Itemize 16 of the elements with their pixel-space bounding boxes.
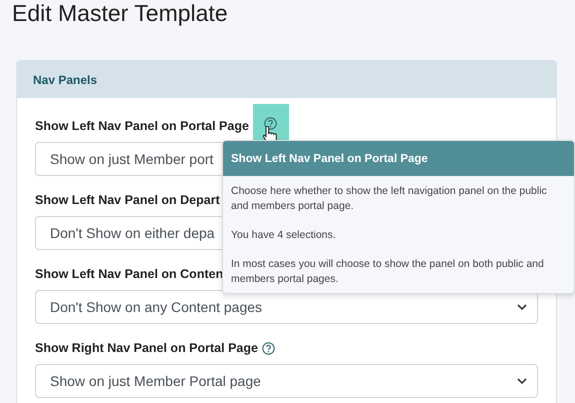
field-label: Show Right Nav Panel on Portal Page xyxy=(35,341,258,355)
field-label: Show Left Nav Panel on Conten xyxy=(35,267,224,281)
chevron-down-icon xyxy=(517,304,527,310)
field-label: Show Left Nav Panel on Depart xyxy=(35,193,220,207)
page-title: Edit Master Template xyxy=(12,0,229,28)
field-label: Show Left Nav Panel on Portal Page xyxy=(35,119,249,133)
tooltip-text: Choose here whether to show the left navigation panel on the public and members portal page. xyxy=(231,184,548,214)
tooltip-text: You have 4 selections. xyxy=(231,228,337,243)
tooltip-title: Show Left Nav Panel on Portal Page xyxy=(231,152,428,164)
help-icon[interactable] xyxy=(264,116,278,130)
tooltip-text: In most cases you will choose to show the panel on both public and members portal pages. xyxy=(231,257,545,287)
chevron-down-icon xyxy=(517,378,527,384)
help-icon[interactable] xyxy=(262,342,276,354)
select-dropdown[interactable]: Show on just Member Portal page xyxy=(35,364,538,398)
select-dropdown[interactable]: Don't Show on any Content pages xyxy=(35,290,538,324)
card-title: Nav Panels xyxy=(33,72,98,86)
